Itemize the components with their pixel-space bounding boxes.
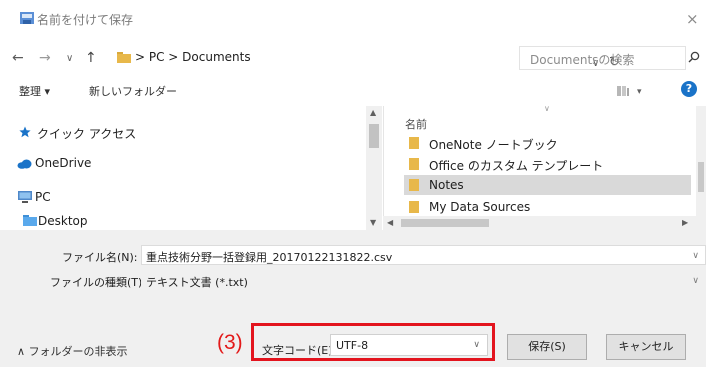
breadcrumb[interactable]: > PC > Documents	[135, 50, 251, 64]
encoding-value: UTF-8	[336, 339, 369, 352]
recent-locations-chevron-icon[interactable]: ∨	[66, 53, 73, 64]
folder-icon	[23, 215, 37, 226]
list-item-label: My Data Sources	[429, 200, 531, 214]
scroll-left-arrow-icon[interactable]: ◀	[387, 218, 393, 227]
search-placeholder: Documentsの検索	[530, 53, 635, 67]
encoding-select[interactable]: UTF-8 ∨	[330, 334, 488, 356]
file-list-pane: ∨ 名前 OneNote ノートブック Office のカスタム テンプレート …	[383, 104, 706, 230]
chevron-down-icon[interactable]: ∨	[692, 251, 699, 261]
nav-item-pc[interactable]: PC	[35, 190, 51, 204]
scroll-right-arrow-icon[interactable]: ▶	[682, 218, 688, 227]
list-item-label: OneNote ノートブック	[429, 138, 558, 152]
encoding-label: 文字コード(E):	[262, 344, 337, 357]
nav-pane-scrollbar[interactable]: ▲ ▼	[366, 106, 382, 230]
cloud-icon	[17, 159, 32, 169]
chevron-down-icon: ∨	[473, 340, 480, 350]
up-arrow-icon[interactable]: ↑	[85, 50, 97, 66]
address-row: ← → ∨ ↑ > PC > Documents ∨ ↻ Documentsの検…	[0, 40, 706, 76]
scroll-thumb[interactable]	[369, 124, 379, 148]
list-item[interactable]: Office のカスタム テンプレート	[404, 154, 691, 174]
filename-label: ファイル名(N):	[62, 251, 138, 264]
organize-button[interactable]: 整理 ▾	[19, 83, 50, 99]
sort-chevron-icon: ∨	[544, 104, 550, 113]
chevron-down-icon[interactable]: ∨	[692, 276, 699, 286]
nav-item-desktop[interactable]: Desktop	[38, 214, 88, 228]
filetype-label: ファイルの種類(T):	[50, 276, 147, 289]
horizontal-scrollbar[interactable]: ◀ ▶	[383, 216, 706, 230]
title-bar: 名前を付けて保存 ×	[0, 0, 706, 40]
folder-icon	[409, 201, 419, 213]
cancel-button[interactable]: キャンセル	[606, 334, 686, 360]
view-options-icon[interactable]: ▾	[615, 83, 645, 99]
scroll-thumb[interactable]	[698, 162, 704, 192]
scroll-down-arrow-icon[interactable]: ▼	[370, 218, 376, 227]
filetype-value: テキスト文書 (*.txt)	[146, 276, 248, 289]
forward-arrow-icon[interactable]: →	[39, 50, 51, 66]
filename-value: 重点技術分野一括登録用_20170122131822.csv	[146, 251, 393, 264]
annotation-label: (3)	[217, 331, 243, 354]
search-input[interactable]: Documentsの検索	[519, 46, 686, 70]
window-title: 名前を付けて保存	[37, 13, 134, 27]
folder-icon	[117, 52, 131, 63]
save-form: ファイル名(N): 重点技術分野一括登録用_20170122131822.csv…	[0, 230, 706, 367]
help-icon[interactable]: ?	[681, 81, 697, 97]
search-icon[interactable]	[688, 51, 700, 63]
folder-icon	[409, 137, 419, 149]
scroll-thumb[interactable]	[401, 219, 489, 227]
command-bar: 整理 ▾ 新しいフォルダー ▾ ?	[0, 76, 706, 106]
nav-item-quick-access[interactable]: クイック アクセス	[37, 125, 136, 142]
svg-text:▾: ▾	[637, 87, 642, 97]
back-arrow-icon[interactable]: ←	[12, 50, 24, 66]
list-item[interactable]: My Data Sources	[404, 197, 691, 217]
hide-folders-toggle[interactable]: ∧ フォルダーの非表示	[17, 343, 128, 359]
folder-icon	[409, 179, 419, 191]
list-item-label: Office のカスタム テンプレート	[429, 159, 604, 173]
navigation-pane: クイック アクセス OneDrive PC Desktop	[0, 106, 382, 230]
pc-icon	[18, 191, 32, 203]
chevron-up-icon: ∧	[17, 345, 29, 358]
hide-folders-label: フォルダーの非表示	[28, 345, 128, 358]
address-bar[interactable]: > PC > Documents ∨ ↻	[109, 46, 620, 70]
column-header-name[interactable]: 名前	[405, 116, 427, 132]
list-item[interactable]: OneNote ノートブック	[404, 133, 691, 153]
filetype-select[interactable]: テキスト文書 (*.txt) ∨	[141, 270, 706, 290]
close-icon[interactable]: ×	[686, 10, 699, 28]
new-folder-button[interactable]: 新しいフォルダー	[89, 83, 177, 99]
star-icon	[19, 126, 31, 138]
nav-item-onedrive[interactable]: OneDrive	[35, 156, 91, 170]
file-list-scrollbar[interactable]	[696, 106, 706, 216]
filename-input[interactable]: 重点技術分野一括登録用_20170122131822.csv ∨	[141, 245, 706, 265]
save-dialog-icon	[20, 12, 34, 24]
folder-icon	[409, 158, 419, 170]
save-button[interactable]: 保存(S)	[507, 334, 587, 360]
list-item-label: Notes	[429, 178, 464, 192]
scroll-up-arrow-icon[interactable]: ▲	[370, 108, 376, 117]
list-item-selected[interactable]: Notes	[404, 175, 691, 195]
